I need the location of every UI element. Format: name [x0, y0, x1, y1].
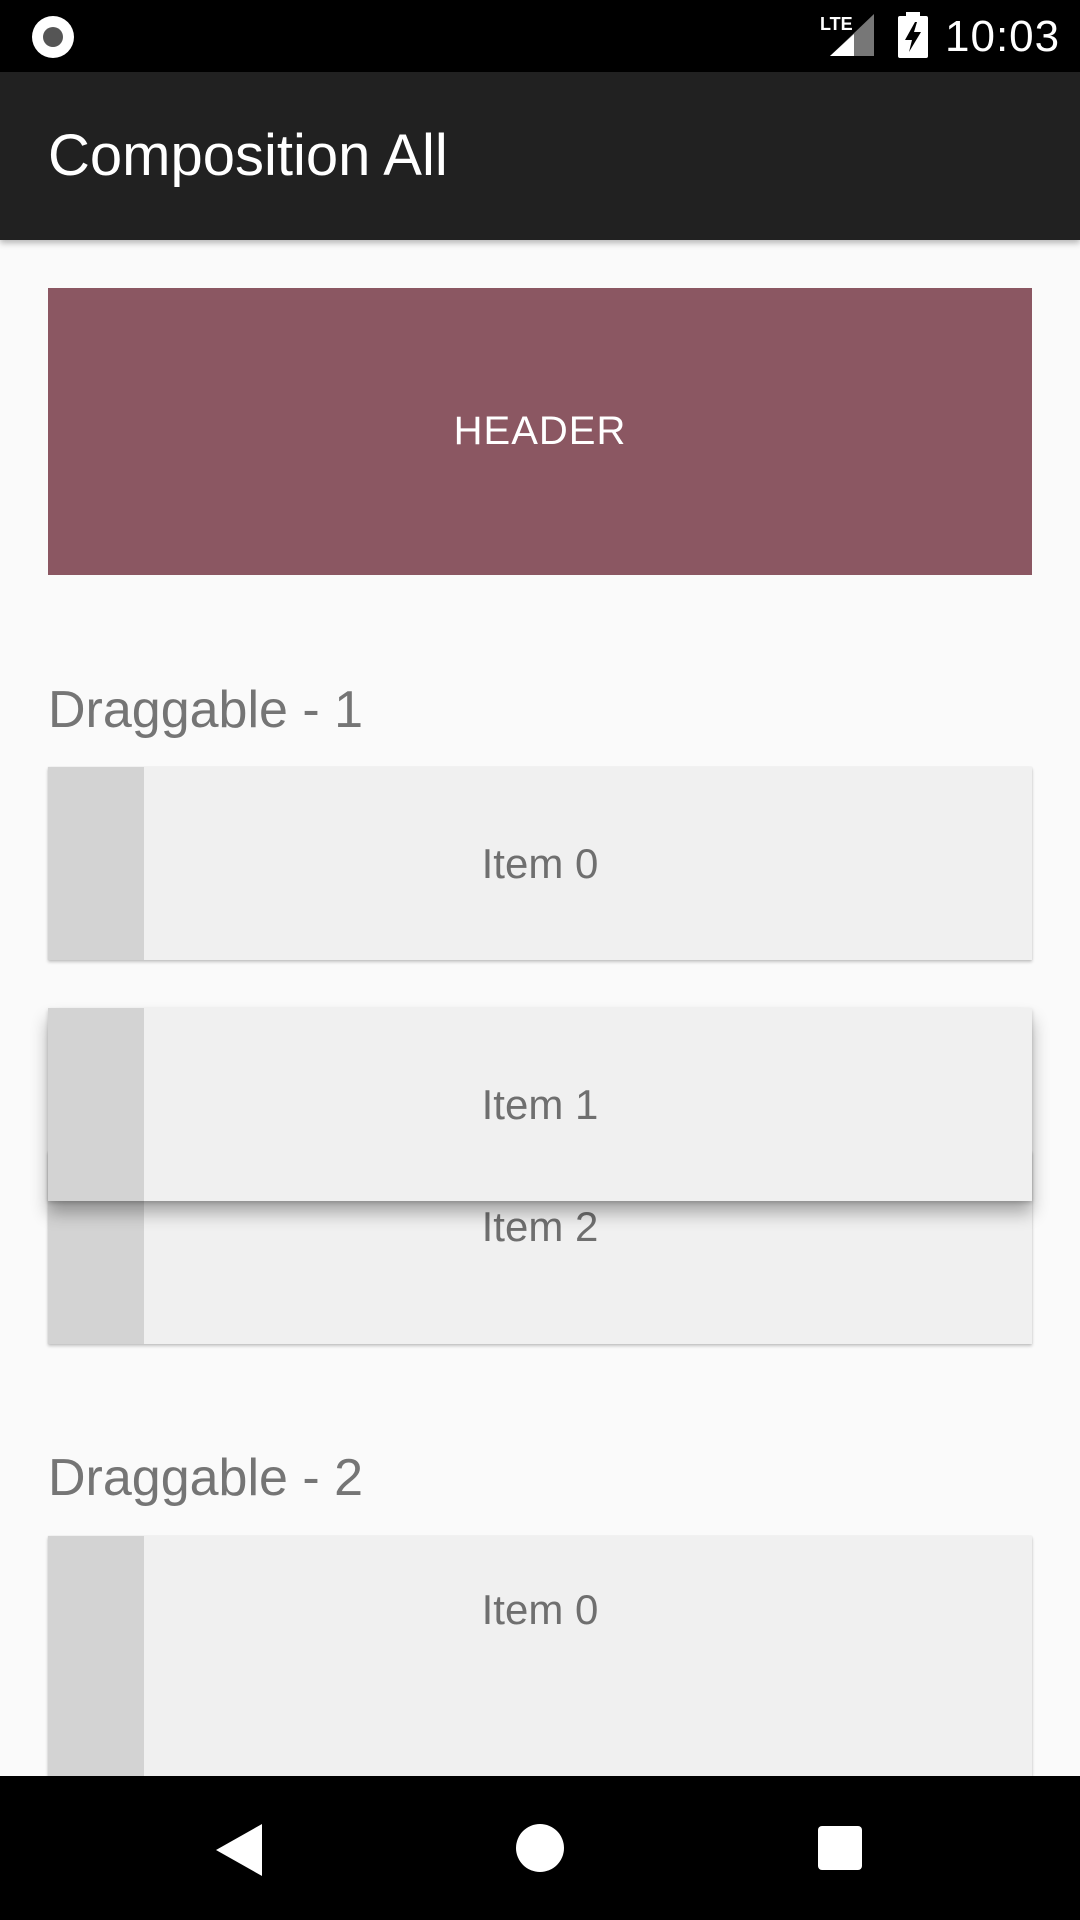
- lte-signal-icon: LTE: [820, 14, 874, 56]
- app-bar: Composition All: [0, 72, 1080, 240]
- list-item-label: Item 0: [481, 839, 599, 887]
- section-title-draggable-2: Draggable - 2: [48, 1449, 364, 1507]
- recents-icon[interactable]: [818, 1826, 862, 1870]
- list-item-dragging[interactable]: Item 1: [48, 1008, 1032, 1201]
- drag-handle[interactable]: [48, 767, 144, 960]
- list-item-label: Item 1: [481, 1080, 599, 1128]
- drag-handle[interactable]: [48, 1008, 144, 1201]
- list-item[interactable]: Item 0: [48, 767, 1032, 960]
- list-item-label: Item 2: [481, 1202, 599, 1250]
- home-icon[interactable]: [516, 1824, 564, 1872]
- list-item[interactable]: Item 0: [48, 1536, 1032, 1776]
- battery-charging-icon: [898, 12, 928, 58]
- navigation-bar: [0, 1776, 1080, 1920]
- section-title-draggable-1: Draggable - 1: [48, 681, 364, 739]
- list-item-label: Item 0: [481, 1586, 599, 1633]
- status-time: 10:03: [945, 12, 1061, 61]
- drag-handle[interactable]: [48, 1536, 144, 1776]
- header-card: HEADER: [48, 288, 1032, 575]
- header-label: HEADER: [453, 409, 627, 453]
- record-icon: [32, 16, 74, 58]
- content-scroll-area[interactable]: HEADER Draggable - 1 Item 0 Item 2 Item …: [0, 240, 1080, 1776]
- svg-text:LTE: LTE: [820, 14, 853, 34]
- app-title: Composition All: [48, 123, 448, 188]
- status-bar: LTE 10:03: [0, 0, 1080, 72]
- back-icon[interactable]: [216, 1824, 262, 1876]
